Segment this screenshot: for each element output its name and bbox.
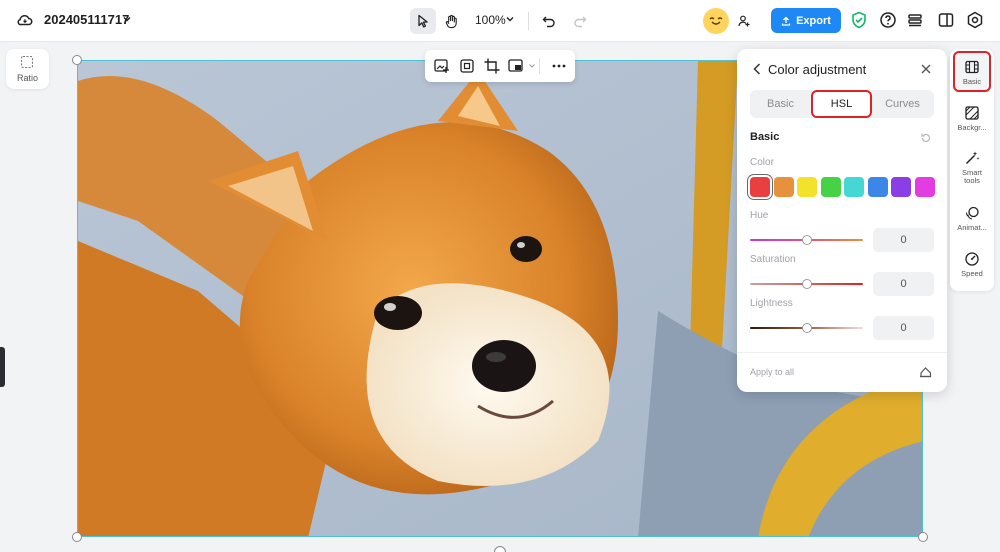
redo-icon <box>574 16 587 28</box>
crop-icon[interactable] <box>483 57 501 75</box>
sidebar-item-label: Backgr... <box>957 124 987 132</box>
sidebar-item-speed[interactable]: Speed <box>950 251 994 278</box>
replace-image-icon[interactable] <box>433 57 451 75</box>
color-adjustment-panel: Color adjustment Basic HSL Curves Basic … <box>737 49 947 392</box>
section-title: Basic <box>750 131 780 143</box>
top-bar: 202405111717 100% Export <box>0 0 1000 42</box>
side-drawer-tab[interactable] <box>0 347 5 387</box>
close-icon[interactable] <box>920 63 932 75</box>
color-swatch[interactable] <box>867 177 888 197</box>
lightness-slider-knob[interactable] <box>801 323 812 333</box>
color-swatch[interactable] <box>891 177 911 197</box>
rotate-handle[interactable] <box>494 546 506 552</box>
avatar[interactable] <box>703 8 729 34</box>
right-sidebar: Basic Backgr... Smart tools Animat... Sp… <box>950 49 994 291</box>
user-plus-icon <box>738 15 750 27</box>
hand-icon <box>445 14 457 28</box>
ratio-button[interactable]: Ratio <box>6 49 49 89</box>
sidebar-item-label: Animat... <box>957 224 987 232</box>
hue-label: Hue <box>750 210 769 221</box>
color-swatch[interactable] <box>750 177 770 197</box>
magic-wand-icon <box>965 151 980 165</box>
upload-icon <box>781 16 791 26</box>
speed-icon <box>965 252 979 266</box>
panel-title: Color adjustment <box>768 62 867 77</box>
shield-check-icon[interactable] <box>850 11 868 29</box>
hue-value[interactable]: 0 <box>873 228 934 252</box>
color-swatch[interactable] <box>820 177 841 197</box>
undo-icon <box>542 16 555 28</box>
export-label: Export <box>796 14 831 27</box>
chevron-down-icon[interactable] <box>528 62 536 70</box>
hand-tool-button[interactable] <box>438 8 464 34</box>
sidebar-item-label: Smart tools <box>950 169 994 185</box>
sidebar-item-text: Smart tools <box>961 169 982 185</box>
tab-curves[interactable]: Curves <box>872 90 933 118</box>
ratio-icon <box>20 55 34 69</box>
hue-slider-knob[interactable] <box>801 235 812 245</box>
divider <box>539 58 540 74</box>
apply-all-icon[interactable] <box>918 365 933 379</box>
divider <box>737 352 947 353</box>
project-name[interactable]: 202405111717 <box>44 12 129 27</box>
color-swatch[interactable] <box>914 177 935 197</box>
redo-button[interactable] <box>567 8 593 34</box>
smile-face-icon <box>709 17 723 25</box>
undo-button[interactable] <box>536 8 562 34</box>
resize-handle-top-left[interactable] <box>72 55 82 65</box>
sidebar-item-basic[interactable]: Basic <box>950 59 994 86</box>
panel-layout-icon[interactable] <box>937 11 955 29</box>
image-toolbar <box>425 50 575 82</box>
reset-icon[interactable] <box>920 132 932 144</box>
adjustment-tabs: Basic HSL Curves <box>750 90 934 118</box>
color-swatch[interactable] <box>773 177 794 197</box>
more-icon[interactable] <box>550 57 568 75</box>
focus-crop-icon[interactable] <box>458 57 476 75</box>
export-button[interactable]: Export <box>771 8 841 33</box>
sidebar-item-label: Basic <box>962 78 982 86</box>
lightness-label: Lightness <box>750 298 793 309</box>
chevron-down-icon[interactable] <box>505 14 515 24</box>
select-tool-button[interactable] <box>410 8 436 34</box>
sidebar-item-animation[interactable]: Animat... <box>950 205 994 232</box>
saturation-slider-knob[interactable] <box>801 279 812 289</box>
sidebar-item-smart-tools[interactable]: Smart tools <box>950 150 994 185</box>
apply-to-all-label[interactable]: Apply to all <box>750 367 794 377</box>
background-icon <box>965 106 979 120</box>
chevron-down-icon[interactable] <box>121 13 133 25</box>
film-icon <box>965 60 979 74</box>
lightness-value[interactable]: 0 <box>873 316 934 340</box>
saturation-value[interactable]: 0 <box>873 272 934 296</box>
layers-icon[interactable] <box>906 11 924 29</box>
divider <box>528 12 529 30</box>
help-icon[interactable] <box>879 11 897 29</box>
resize-handle-bottom-right[interactable] <box>918 532 928 542</box>
tab-basic[interactable]: Basic <box>750 90 811 118</box>
settings-icon[interactable] <box>966 11 984 29</box>
mask-icon[interactable] <box>507 57 525 75</box>
resize-handle-bottom-left[interactable] <box>72 532 82 542</box>
color-swatch[interactable] <box>844 177 864 197</box>
cloud-icon[interactable] <box>16 11 34 29</box>
saturation-label: Saturation <box>750 254 796 265</box>
share-user-button[interactable] <box>731 8 757 34</box>
cursor-icon <box>418 14 428 28</box>
sidebar-item-label: Speed <box>961 270 983 278</box>
color-swatch[interactable] <box>797 177 817 197</box>
animation-icon <box>966 206 979 220</box>
back-arrow-icon[interactable] <box>751 62 763 76</box>
tab-hsl[interactable]: HSL <box>811 90 872 118</box>
ratio-label: Ratio <box>16 73 38 83</box>
zoom-level[interactable]: 100% <box>475 13 506 27</box>
sidebar-item-background[interactable]: Backgr... <box>950 105 994 132</box>
color-label: Color <box>750 157 774 168</box>
